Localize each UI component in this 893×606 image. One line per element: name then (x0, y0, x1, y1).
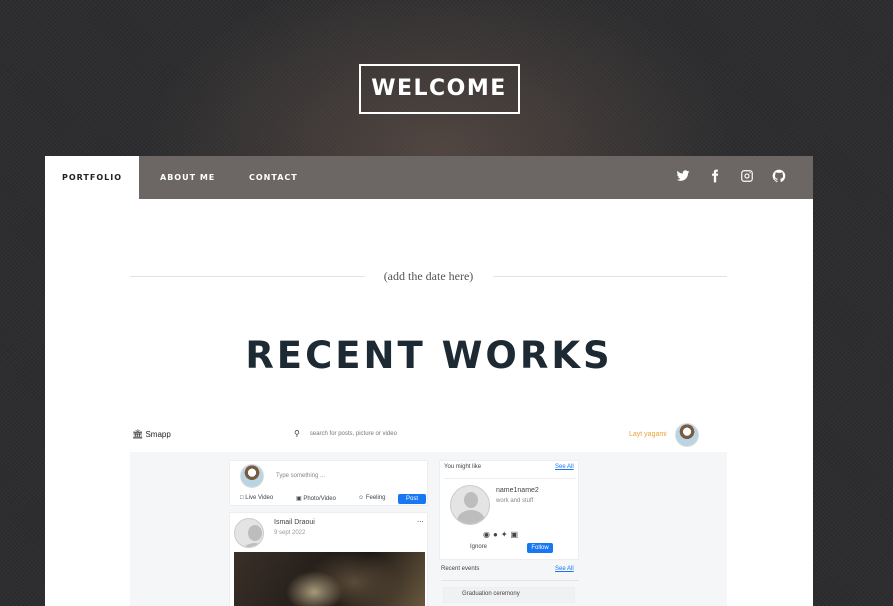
events-title: Recent events (441, 566, 480, 572)
suggestion-ignore-button: Ignore (470, 544, 488, 550)
divider-line-right (493, 276, 727, 277)
preview-header: 🏛 Smapp ⚲ search for posts, picture or v… (130, 419, 727, 452)
event-item: Graduation ceremony (443, 587, 575, 603)
twitter-icon[interactable] (675, 168, 691, 184)
suggestion-follow-button: Follow (527, 543, 553, 553)
composer-avatar (240, 464, 264, 488)
preview-username: Layt yagami (629, 431, 667, 438)
post-more-icon: ... (417, 515, 424, 524)
tab-contact[interactable]: CONTACT (249, 156, 298, 199)
suggestion-avatar (450, 485, 490, 525)
suggestion-name: name1name2 (496, 487, 539, 494)
preview-user-avatar (675, 423, 699, 447)
navigation-bar: PORTFOLIO ABOUT ME CONTACT (45, 156, 813, 199)
suggestions-divider (444, 478, 576, 479)
preview-app-name: Smapp (145, 430, 171, 439)
smile-icon: ☺ (358, 495, 365, 501)
composer-photo-video: ▣ Photo/Video (296, 496, 336, 502)
project-preview-screenshot[interactable]: 🏛 Smapp ⚲ search for posts, picture or v… (130, 419, 727, 606)
section-title: RECENT WORKS (245, 334, 613, 377)
facebook-icon[interactable] (707, 168, 723, 184)
suggestion-social-icons: ◉●✦▣ (483, 530, 522, 539)
bank-icon: 🏛 (132, 429, 144, 439)
preview-post: Ismail Draoui 9 sept 2022 ... (229, 512, 428, 606)
welcome-button[interactable]: WELCOME (358, 64, 520, 114)
preview-suggestions: You might like See All name1name2 work a… (439, 460, 579, 560)
instagram-icon[interactable] (739, 168, 755, 184)
image-icon: ▣ (296, 496, 302, 502)
events-divider (441, 580, 579, 581)
events-see-all: See All (555, 566, 574, 572)
composer-live-video: □ Live Video (240, 495, 274, 501)
main-panel: PORTFOLIO ABOUT ME CONTACT (add the date… (45, 156, 813, 606)
post-image (234, 552, 425, 606)
composer-post-button: Post (398, 494, 426, 504)
post-author-avatar (234, 518, 264, 548)
date-divider: (add the date here) (130, 269, 727, 283)
preview-composer: Type something ... □ Live Video ▣ Photo/… (229, 460, 428, 506)
post-author: Ismail Draoui (274, 519, 315, 526)
post-date: 9 sept 2022 (274, 530, 306, 536)
video-icon: □ (240, 495, 244, 501)
tab-about-me[interactable]: ABOUT ME (160, 156, 215, 199)
preview-search-placeholder: search for posts, picture or video (309, 430, 397, 437)
tab-portfolio[interactable]: PORTFOLIO (45, 156, 139, 199)
preview-search: ⚲ search for posts, picture or video (294, 429, 397, 438)
preview-logo: 🏛 Smapp (132, 429, 171, 440)
composer-placeholder: Type something ... (276, 473, 326, 479)
composer-feeling: ☺ Feeling (358, 495, 386, 501)
github-icon[interactable] (771, 168, 787, 184)
suggestions-see-all: See All (555, 464, 574, 470)
event-item-label: Graduation ceremony (462, 591, 520, 597)
search-icon: ⚲ (294, 429, 300, 438)
suggestions-title: You might like (444, 464, 482, 470)
suggestion-subtitle: work and stuff (496, 498, 534, 504)
